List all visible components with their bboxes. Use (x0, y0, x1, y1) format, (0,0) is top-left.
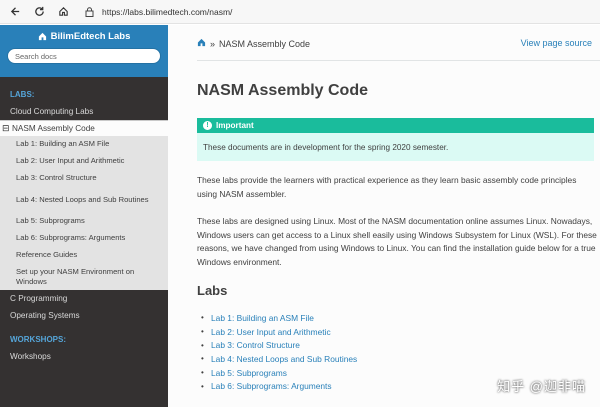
sidebar-item-c-programming[interactable]: C Programming (0, 290, 168, 307)
reload-button[interactable] (30, 3, 48, 21)
reload-icon (34, 6, 44, 16)
admonition-title-text: Important (216, 121, 254, 130)
labs-list: • Lab 1: Building an ASM File • Lab 2: Use… (201, 311, 357, 393)
back-button[interactable] (6, 3, 24, 21)
labs-heading: Labs (197, 283, 228, 298)
workshops-caption: WORKSHOPS: (10, 334, 66, 344)
intro-paragraph: These labs provide the learners with pra… (197, 175, 577, 199)
lab-link[interactable]: Lab 4: Nested Loops and Sub Routines (211, 354, 357, 364)
home-icon (58, 7, 68, 16)
important-admonition: ! Important These documents are in devel… (197, 118, 594, 161)
browser-toolbar: https://labs.bilimedtech.com/nasm/ (0, 0, 600, 24)
sidebar-subitem[interactable]: Set up your NASM Environment on Windows (0, 264, 168, 290)
list-item[interactable]: • Lab 2: User Input and Arithmetic (201, 325, 357, 339)
bullet: • (201, 340, 204, 350)
admonition-title: ! Important (197, 118, 594, 133)
linux-paragraph: These labs are designed using Linux. Mos… (197, 216, 597, 267)
watermark-text: 知乎 @迦非喵 (497, 379, 586, 394)
breadcrumb-current: NASM Assembly Code (219, 38, 311, 49)
lab-link[interactable]: Lab 5: Subprograms (211, 368, 287, 378)
lab-link[interactable]: Lab 6: Subprograms: Arguments (211, 381, 332, 391)
sidebar-item-workshops[interactable]: Workshops (0, 348, 168, 365)
bullet: • (201, 368, 204, 378)
collapse-icon: ⊟ (2, 123, 10, 133)
brand-name: BilimEdtech Labs (50, 31, 131, 42)
list-item[interactable]: • Lab 1: Building an ASM File (201, 311, 357, 325)
sidebar-subitem[interactable]: Lab 1: Building an ASM File (0, 136, 168, 153)
search-input[interactable]: Search docs (7, 48, 161, 64)
list-item[interactable]: • Lab 3: Control Structure (201, 338, 357, 352)
sidebar-subitem[interactable]: Lab 2: User Input and Arithmetic (0, 153, 168, 170)
url-text: https://labs.bilimedtech.com/nasm/ (102, 6, 233, 17)
sidebar-header: BilimEdtech Labs Search docs (0, 25, 168, 77)
sidebar-current-label: NASM Assembly Code (12, 124, 95, 133)
home-icon (38, 32, 46, 41)
sidebar-item-cloud-computing[interactable]: Cloud Computing Labs (0, 103, 168, 120)
breadcrumb-home-icon[interactable] (197, 38, 206, 49)
sidebar-item-nasm-current[interactable]: ⊟ NASM Assembly Code (0, 120, 168, 136)
sidebar-subitem[interactable]: Reference Guides (0, 247, 168, 264)
lab-link[interactable]: Lab 3: Control Structure (211, 340, 300, 350)
sidebar-subitem[interactable]: Lab 6: Subprograms: Arguments (0, 230, 168, 247)
lab-link[interactable]: Lab 2: User Input and Arithmetic (211, 327, 331, 337)
bullet: • (201, 327, 204, 337)
lab-link[interactable]: Lab 1: Building an ASM File (211, 313, 314, 323)
home-button[interactable] (54, 3, 72, 21)
back-arrow-icon (10, 7, 19, 16)
breadcrumb: » NASM Assembly Code (197, 38, 310, 49)
admonition-body: These documents are in development for t… (197, 133, 594, 161)
bullet: • (201, 354, 204, 364)
bullet: • (201, 381, 204, 391)
sidebar-item-operating-systems[interactable]: Operating Systems (0, 307, 168, 324)
view-page-source-link[interactable]: View page source (521, 38, 592, 48)
list-item[interactable]: • Lab 4: Nested Loops and Sub Routines (201, 352, 357, 366)
sidebar-subitem[interactable]: Lab 3: Control Structure (0, 170, 168, 187)
divider (197, 60, 600, 61)
sidebar-subitem[interactable]: Lab 5: Subprograms (0, 213, 168, 230)
page-title: NASM Assembly Code (197, 82, 368, 99)
labs-caption: LABS: (10, 89, 35, 99)
address-bar[interactable]: https://labs.bilimedtech.com/nasm/ (82, 2, 600, 22)
list-item[interactable]: • Lab 5: Subprograms (201, 366, 357, 380)
lock-icon (82, 5, 96, 19)
brand-link[interactable]: BilimEdtech Labs (0, 31, 168, 42)
breadcrumb-separator: » (210, 38, 216, 49)
bullet: • (201, 313, 204, 323)
sidebar-subnav: Lab 1: Building an ASM File Lab 2: User … (0, 136, 168, 290)
sidebar: BilimEdtech Labs Search docs LABS: Cloud… (0, 25, 168, 407)
list-item[interactable]: • Lab 6: Subprograms: Arguments (201, 379, 357, 393)
main-content: » NASM Assembly Code View page source NA… (168, 25, 600, 407)
sidebar-subitem[interactable]: Lab 4: Nested Loops and Sub Routines (0, 187, 168, 213)
info-icon: ! (203, 121, 212, 130)
